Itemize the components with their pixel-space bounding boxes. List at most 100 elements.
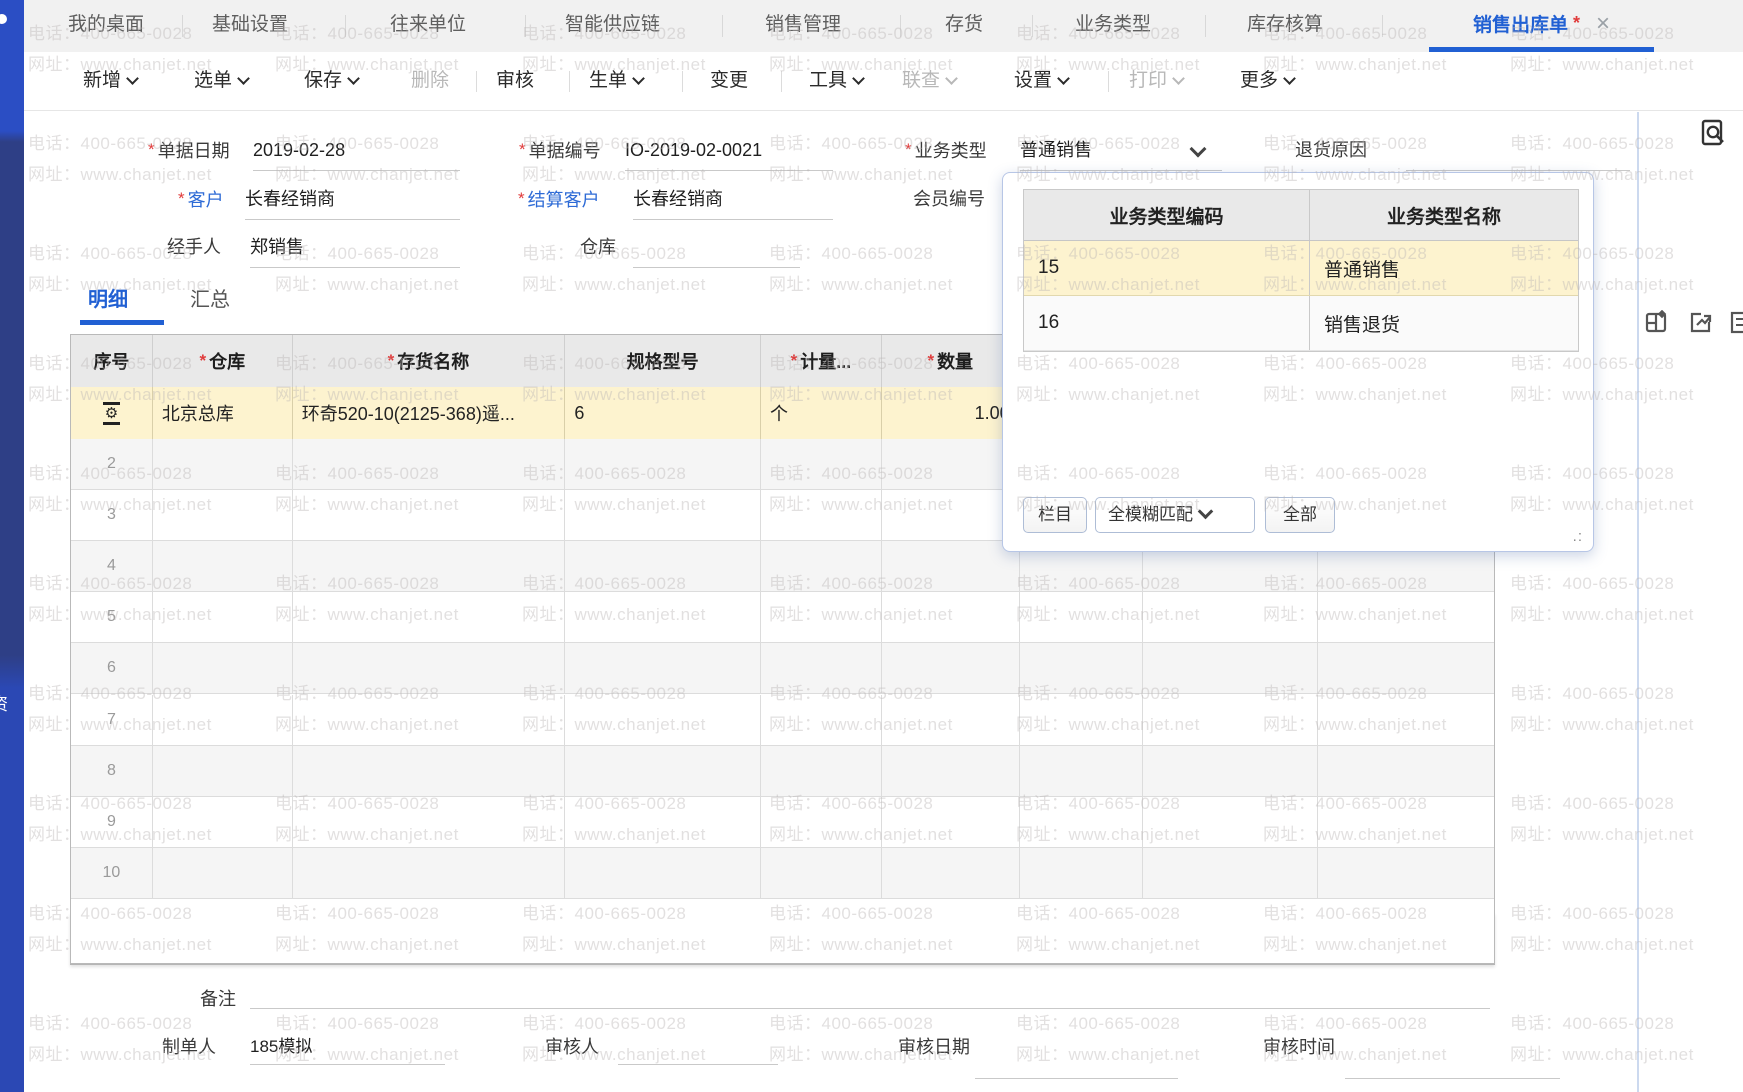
col-header-warehouse[interactable]: *仓库	[153, 335, 293, 387]
customer-label[interactable]: *客户	[178, 186, 224, 212]
cell-empty[interactable]	[153, 592, 293, 643]
cell-empty[interactable]	[761, 695, 882, 746]
col-header-unit[interactable]: *计量...	[761, 335, 882, 387]
panel-divider[interactable]	[1637, 112, 1639, 1092]
cell-empty[interactable]	[761, 848, 882, 899]
settle-customer-field[interactable]: 长春经销商	[633, 186, 723, 212]
cell-empty[interactable]	[153, 848, 293, 899]
close-tab-icon[interactable]: ×	[1596, 14, 1610, 34]
tab-basic-setup[interactable]: 基础设置	[212, 0, 288, 52]
cell-empty[interactable]	[761, 490, 882, 541]
grid-row-empty[interactable]: 6	[71, 643, 1494, 694]
bill-no-field[interactable]: IO-2019-02-0021	[625, 137, 762, 163]
tab-sales-mgmt[interactable]: 销售管理	[765, 0, 841, 52]
cell-empty[interactable]	[882, 592, 1020, 643]
cell-empty[interactable]	[565, 746, 761, 797]
tab-biz-type[interactable]: 业务类型	[1075, 0, 1151, 52]
col-header-qty[interactable]: *数量	[882, 335, 1020, 387]
row-number[interactable]: 10	[71, 848, 153, 899]
warehouse-underline[interactable]	[633, 267, 800, 268]
cell-empty[interactable]	[565, 490, 761, 541]
settings-button[interactable]: 设置	[1014, 52, 1068, 110]
cell-empty[interactable]	[153, 746, 293, 797]
cell-empty[interactable]	[153, 797, 293, 848]
grid-row-empty[interactable]: 5	[71, 592, 1494, 643]
cell-empty[interactable]	[1143, 695, 1318, 746]
tab-sales-outbound-active[interactable]: 销售出库单 * ×	[1429, 0, 1654, 52]
cell-empty[interactable]	[1318, 592, 1494, 643]
generate-bill-button[interactable]: 生单	[589, 52, 643, 110]
row-number[interactable]: 5	[71, 592, 153, 643]
cell-empty[interactable]	[153, 541, 293, 592]
all-button[interactable]: 全部	[1265, 497, 1335, 533]
col-header-spec[interactable]: 规格型号	[565, 335, 761, 387]
tab-summary[interactable]: 汇总	[190, 283, 230, 312]
biz-type-field[interactable]: 普通销售	[1020, 137, 1092, 163]
cell-empty[interactable]	[153, 643, 293, 694]
col-header-seq[interactable]: 序号	[71, 335, 153, 387]
cell-empty[interactable]	[761, 797, 882, 848]
audit-button[interactable]: 审核	[496, 52, 534, 110]
tab-stock-accounting[interactable]: 库存核算	[1247, 0, 1323, 52]
cell-empty[interactable]	[565, 695, 761, 746]
cell-empty[interactable]	[293, 848, 566, 899]
handler-field[interactable]: 郑销售	[250, 234, 304, 260]
row-settings-cell[interactable]: ⚙	[71, 387, 153, 439]
cell-empty[interactable]	[153, 439, 293, 490]
export-icon[interactable]	[1688, 310, 1712, 334]
biz-type-dropdown-icon[interactable]	[1192, 143, 1204, 163]
cell-empty[interactable]	[565, 541, 761, 592]
cell-warehouse[interactable]: 北京总库	[153, 387, 293, 439]
cell-empty[interactable]	[882, 490, 1020, 541]
cell-empty[interactable]	[293, 490, 566, 541]
cell-empty[interactable]	[1020, 592, 1144, 643]
bill-date-field[interactable]: 2019-02-28	[253, 137, 345, 163]
cell-empty[interactable]	[153, 695, 293, 746]
biz-type-row-selected[interactable]: 15 普通销售	[1024, 241, 1578, 296]
cell-empty[interactable]	[565, 643, 761, 694]
cell-empty[interactable]	[1143, 848, 1318, 899]
cell-item-name[interactable]: 环奇520-10(2125-368)遥...	[293, 387, 566, 439]
cell-empty[interactable]	[293, 541, 566, 592]
cell-empty[interactable]	[293, 592, 566, 643]
cell-empty[interactable]	[153, 490, 293, 541]
cell-empty[interactable]	[1318, 695, 1494, 746]
columns-button[interactable]: 栏目	[1023, 497, 1087, 533]
cell-unit[interactable]: 个	[761, 387, 882, 439]
cell-empty[interactable]	[1020, 643, 1144, 694]
settle-customer-label[interactable]: *结算客户	[518, 186, 600, 212]
left-nav-strip[interactable]: 资	[0, 0, 24, 1092]
cell-empty[interactable]	[882, 746, 1020, 797]
row-number[interactable]: 4	[71, 541, 153, 592]
nav-collapse-dot-icon[interactable]	[0, 14, 7, 24]
cell-empty[interactable]	[1020, 746, 1144, 797]
tools-button[interactable]: 工具	[809, 52, 863, 110]
grid-layout-icon[interactable]	[1645, 310, 1669, 334]
cell-empty[interactable]	[1318, 797, 1494, 848]
cell-empty[interactable]	[1143, 592, 1318, 643]
save-button[interactable]: 保存	[304, 52, 358, 110]
cell-empty[interactable]	[293, 746, 566, 797]
resize-grip-icon[interactable]: .:	[1573, 528, 1583, 545]
cell-empty[interactable]	[293, 439, 566, 490]
cell-empty[interactable]	[293, 643, 566, 694]
customer-field[interactable]: 长春经销商	[245, 186, 335, 212]
cell-empty[interactable]	[882, 848, 1020, 899]
cell-empty[interactable]	[1020, 848, 1144, 899]
change-button[interactable]: 变更	[710, 52, 748, 110]
row-number[interactable]: 6	[71, 643, 153, 694]
biz-type-row[interactable]: 16 销售退货	[1024, 296, 1578, 351]
cell-empty[interactable]	[882, 439, 1020, 490]
row-number[interactable]: 9	[71, 797, 153, 848]
tab-supply-chain[interactable]: 智能供应链	[565, 0, 660, 52]
row-number[interactable]: 2	[71, 439, 153, 490]
cell-empty[interactable]	[565, 439, 761, 490]
cell-empty[interactable]	[882, 643, 1020, 694]
row-number[interactable]: 8	[71, 746, 153, 797]
cell-empty[interactable]	[882, 797, 1020, 848]
cell-empty[interactable]	[565, 592, 761, 643]
cell-empty[interactable]	[761, 541, 882, 592]
grid-row-empty[interactable]: 9	[71, 797, 1494, 848]
cell-empty[interactable]	[293, 695, 566, 746]
cell-empty[interactable]	[1143, 746, 1318, 797]
